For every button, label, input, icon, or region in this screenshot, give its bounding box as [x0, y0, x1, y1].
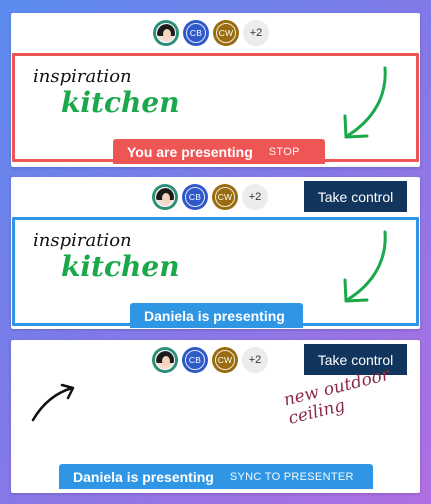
- avatar-cb[interactable]: CB: [183, 20, 209, 46]
- whiteboard-canvas[interactable]: new outdoor ceiling Daniela is presentin…: [12, 365, 419, 493]
- whiteboard-canvas[interactable]: inspiration kitchen Daniela is presentin…: [12, 217, 419, 328]
- avatar-cb[interactable]: CB: [182, 184, 208, 210]
- avatar-daniela[interactable]: [153, 20, 179, 46]
- whiteboard-canvas[interactable]: inspiration kitchen You are presenting S…: [12, 53, 419, 164]
- ink-text-inspiration: inspiration: [33, 230, 132, 251]
- presenting-banner: Daniela is presenting: [130, 303, 303, 328]
- avatar-cb[interactable]: CB: [182, 347, 208, 373]
- take-control-button[interactable]: Take control: [304, 181, 407, 212]
- presenting-banner: Daniela is presenting SYNC TO PRESENTER: [59, 464, 373, 489]
- presence-avatars: CB CW +2: [152, 347, 268, 373]
- ink-text-inspiration: inspiration: [33, 66, 132, 87]
- ink-text-kitchen: kitchen: [61, 250, 180, 283]
- avatar-cw[interactable]: CW: [212, 347, 238, 373]
- arrow-ink-icon: [31, 383, 75, 422]
- banner-title: Daniela is presenting: [144, 307, 285, 324]
- avatar-daniela[interactable]: [152, 184, 178, 210]
- curved-arrow-icon: [343, 66, 387, 139]
- banner-title: Daniela is presenting: [73, 468, 214, 485]
- more-participants-badge[interactable]: +2: [242, 184, 268, 210]
- stop-presenting-button[interactable]: STOP: [269, 146, 300, 158]
- banner-title: You are presenting: [127, 143, 253, 160]
- out-of-sync-panel: CB CW +2 Take control new outdoor ceilin…: [11, 340, 420, 493]
- more-participants-badge[interactable]: +2: [242, 347, 268, 373]
- presence-avatars: CB CW +2: [153, 20, 269, 46]
- ink-text-kitchen: kitchen: [61, 86, 180, 119]
- following-presenter-panel: CB CW +2 Take control inspiration kitche…: [11, 177, 420, 329]
- presenting-banner: You are presenting STOP: [113, 139, 325, 164]
- avatar-cw[interactable]: CW: [212, 184, 238, 210]
- presenting-self-panel: CB CW +2 inspiration kitchen You are pre…: [11, 13, 420, 167]
- curved-arrow-icon: [343, 230, 387, 303]
- sync-to-presenter-button[interactable]: SYNC TO PRESENTER: [230, 471, 354, 483]
- avatar-cw[interactable]: CW: [213, 20, 239, 46]
- presence-avatars: CB CW +2: [152, 184, 268, 210]
- avatar-daniela[interactable]: [152, 347, 178, 373]
- more-participants-badge[interactable]: +2: [243, 20, 269, 46]
